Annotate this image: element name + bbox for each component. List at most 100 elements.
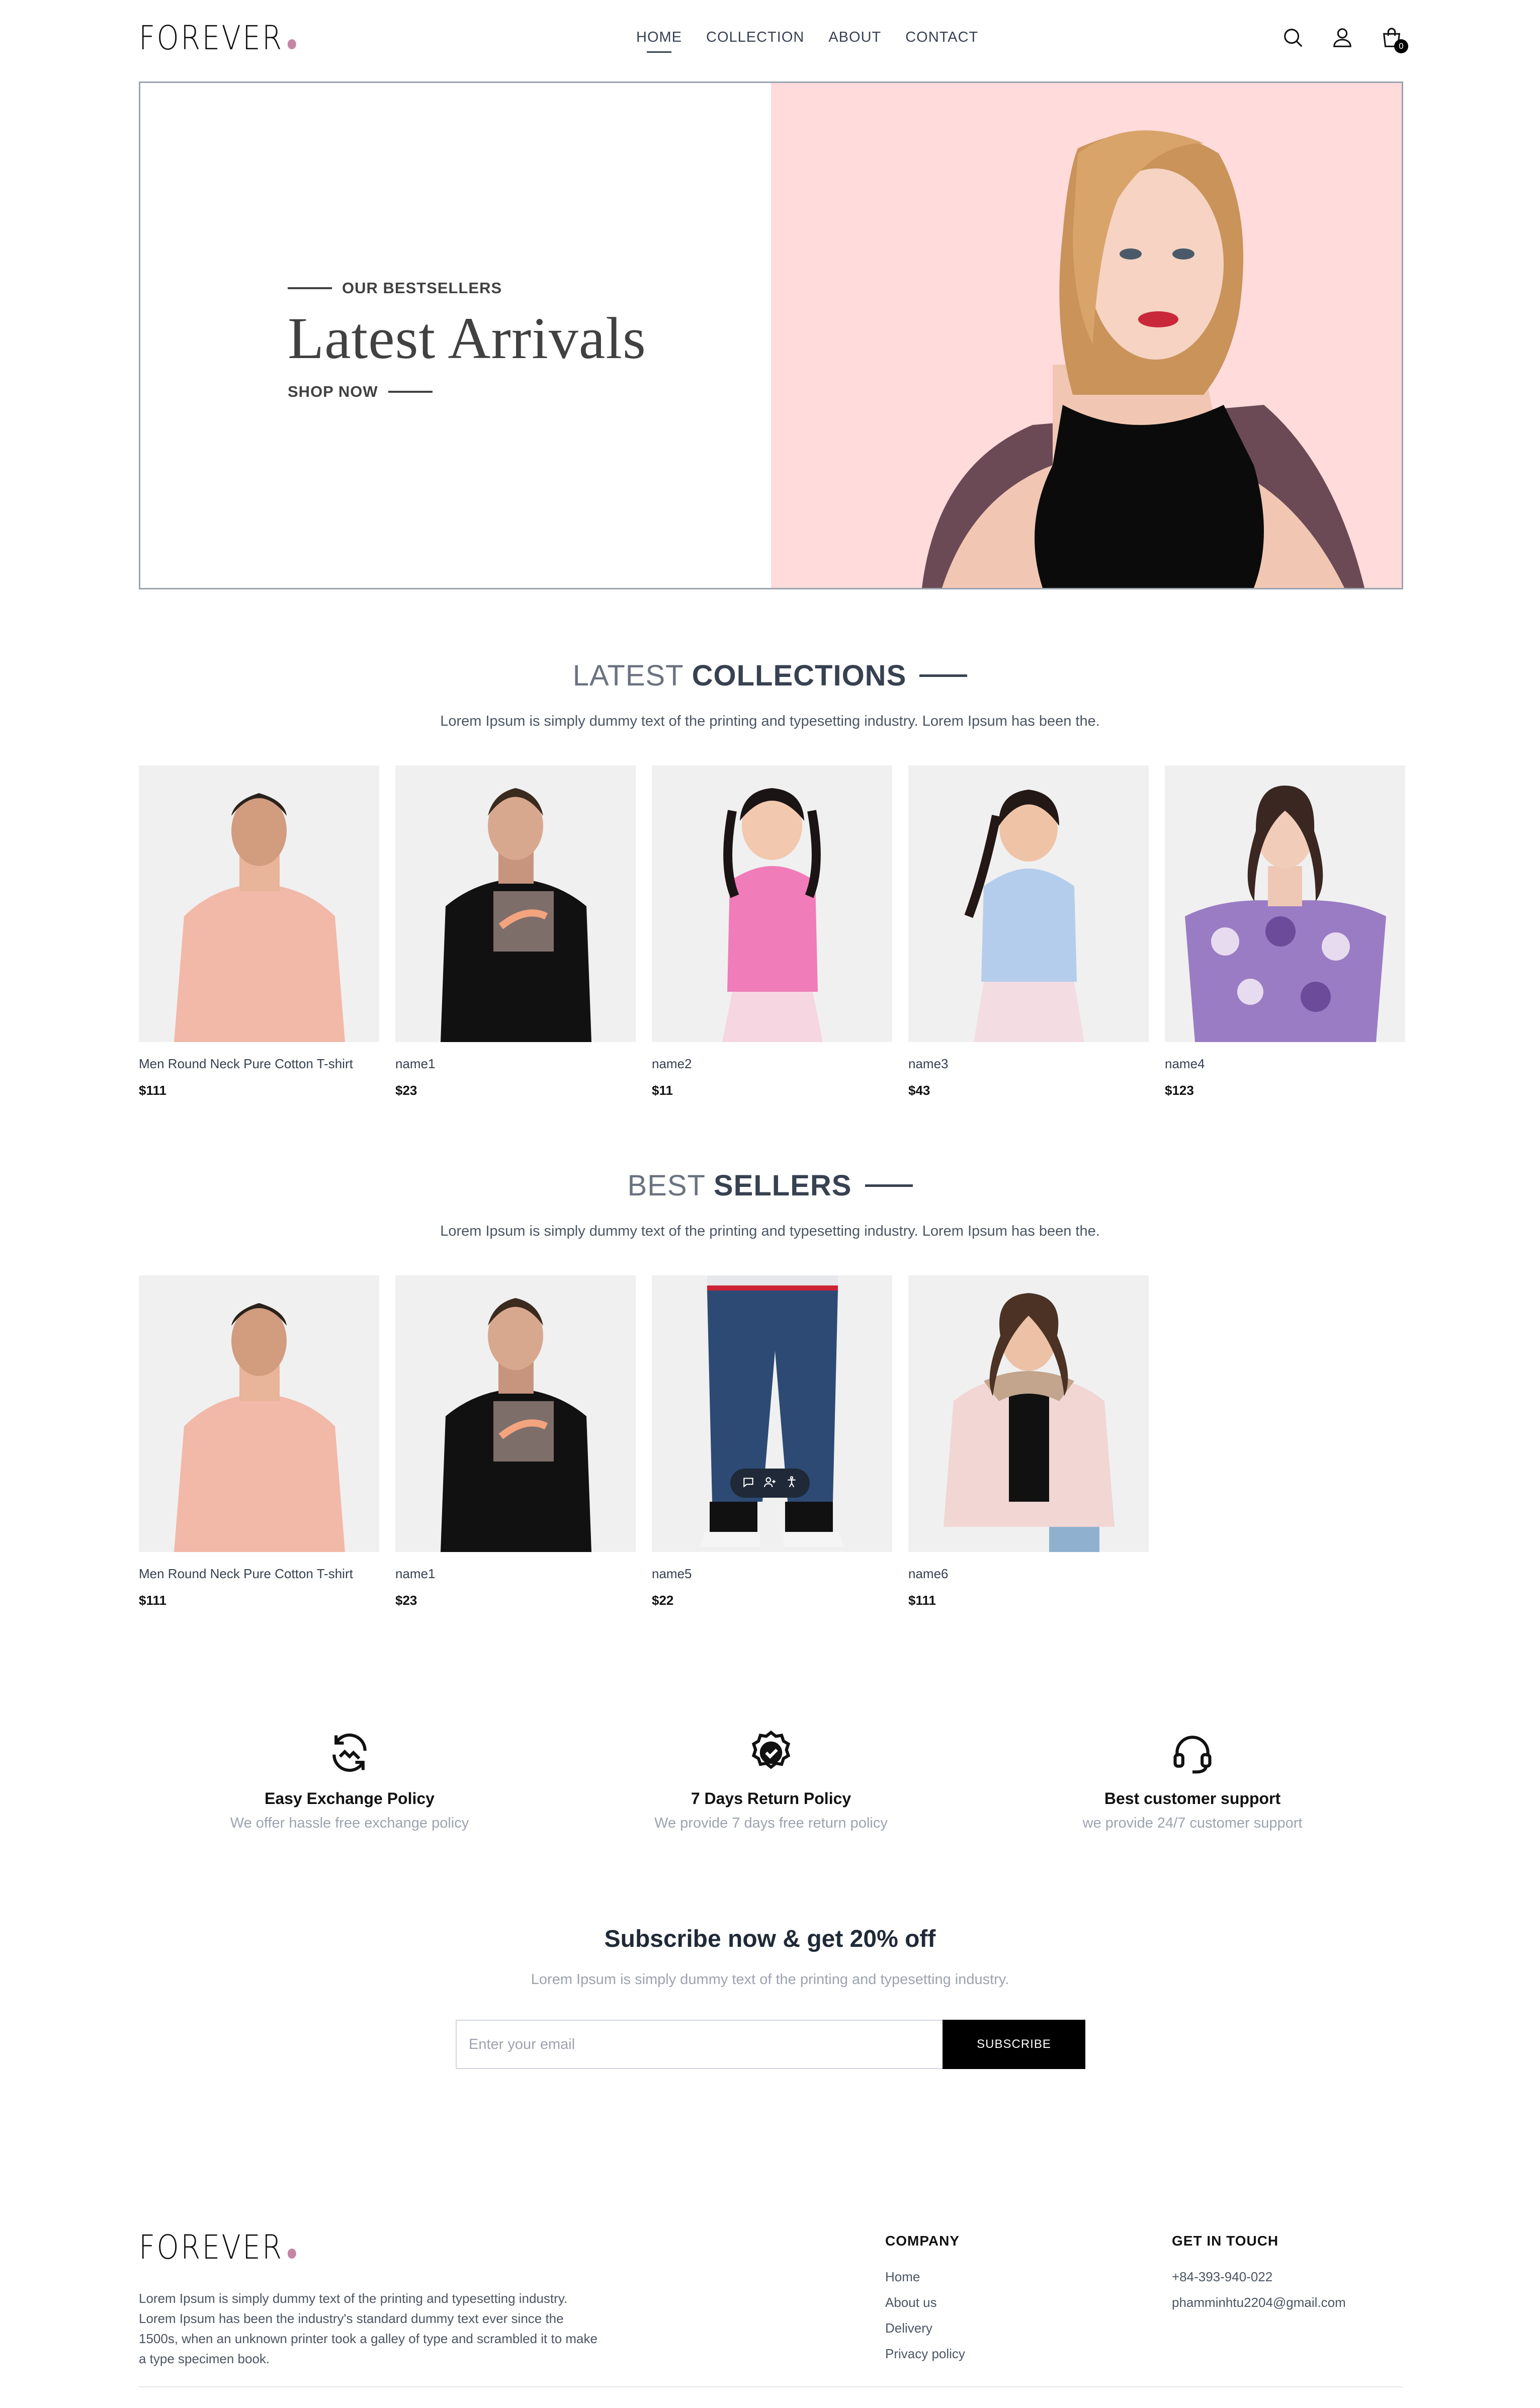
latest-title-light: LATEST	[572, 659, 684, 692]
product-card[interactable]: name6 $111	[908, 1275, 1149, 1608]
brand-logo[interactable]: FOREVER	[139, 19, 296, 57]
footer-logo[interactable]: FOREVER	[139, 2228, 296, 2267]
policy-title: Best customer support	[1104, 1789, 1281, 1808]
model-portrait-image	[771, 83, 1402, 588]
latest-subtitle: Lorem Ipsum is simply dummy text of the …	[440, 713, 1100, 729]
policies-section: Easy Exchange Policy We offer hassle fre…	[139, 1725, 1403, 1832]
latest-collections-title: LATEST COLLECTIONS	[0, 659, 1540, 693]
product-card[interactable]: name1 $23	[395, 1275, 636, 1608]
hero-text-panel: OUR BESTSELLERS Latest Arrivals SHOP NOW	[140, 83, 771, 588]
footer-link-delivery[interactable]: Delivery	[885, 2320, 965, 2336]
cart-icon[interactable]: 0	[1380, 26, 1408, 53]
product-image	[908, 1275, 1149, 1552]
chat-bubble-icon[interactable]	[742, 1476, 755, 1491]
title-bar	[865, 1184, 913, 1187]
best-sellers-title: BEST SELLERS	[0, 1169, 1540, 1202]
footer-email[interactable]: phamminhtu2204@gmail.com	[1172, 2295, 1346, 2310]
hero-title: Latest Arrivals	[288, 305, 646, 371]
shop-now-link[interactable]: SHOP NOW	[288, 383, 646, 401]
policy-title: Easy Exchange Policy	[265, 1789, 435, 1808]
best-sellers-grid: Men Round Neck Pure Cotton T-shirt $111 …	[139, 1275, 1403, 1608]
product-card[interactable]: name1 $23	[395, 765, 636, 1098]
policy-return: 7 Days Return Policy We provide 7 days f…	[615, 1725, 927, 1832]
subscribe-title: Subscribe now & get 20% off	[604, 1926, 936, 1952]
tag-line	[288, 287, 332, 289]
product-image	[139, 765, 379, 1042]
footer-divider	[139, 2386, 1403, 2387]
product-name: Men Round Neck Pure Cotton T-shirt	[139, 1056, 353, 1071]
best-title-bold: SELLERS	[714, 1169, 852, 1202]
search-icon[interactable]	[1281, 26, 1305, 49]
product-name: name2	[652, 1056, 692, 1071]
product-name: name1	[395, 1056, 436, 1071]
product-name: name1	[395, 1566, 436, 1581]
nav-icons: 0	[1281, 26, 1408, 53]
nav-about[interactable]: ABOUT	[826, 29, 883, 46]
product-image	[395, 1275, 636, 1552]
latest-title-bold: COLLECTIONS	[692, 659, 907, 692]
policy-desc: we provide 24/7 customer support	[1082, 1815, 1303, 1831]
product-image	[908, 765, 1149, 1042]
product-price: $111	[139, 1083, 166, 1098]
footer-link-about[interactable]: About us	[885, 2295, 965, 2310]
nav-contact[interactable]: CONTACT	[903, 29, 980, 46]
chat-widget[interactable]	[730, 1469, 810, 1498]
title-bar	[919, 674, 968, 677]
product-price: $23	[395, 1083, 417, 1098]
email-input[interactable]	[456, 2020, 943, 2069]
accessibility-icon[interactable]	[785, 1476, 798, 1491]
footer-about-text: Lorem Ipsum is simply dummy text of the …	[139, 2291, 597, 2366]
footer-contact-column: GET IN TOUCH +84-393-940-022 phamminhtu2…	[1172, 2233, 1346, 2320]
latest-products-grid: Men Round Neck Pure Cotton T-shirt $111 …	[139, 765, 1405, 1098]
product-price: $111	[139, 1593, 166, 1608]
product-name: name5	[652, 1566, 692, 1581]
best-title-light: BEST	[627, 1169, 706, 1202]
product-card[interactable]: name2 $11	[652, 765, 892, 1098]
nav-collection[interactable]: COLLECTION	[704, 29, 806, 46]
product-image	[139, 1275, 379, 1552]
footer-company-column: COMPANY Home About us Delivery Privacy p…	[885, 2233, 965, 2372]
product-price: $43	[908, 1083, 930, 1098]
product-card[interactable]: name3 $43	[908, 765, 1149, 1098]
hero-tag: OUR BESTSELLERS	[342, 279, 502, 297]
brand-dot	[287, 39, 296, 49]
user-icon[interactable]	[1331, 26, 1354, 49]
policy-desc: We provide 7 days free return policy	[654, 1815, 888, 1831]
product-price: $123	[1165, 1083, 1194, 1098]
product-price: $22	[652, 1593, 674, 1608]
footer: FOREVER Lorem Ipsum is simply dummy text…	[139, 2223, 1403, 2374]
nav-home[interactable]: HOME	[634, 29, 684, 53]
main-menu: HOME COLLECTION ABOUT CONTACT	[634, 29, 980, 53]
footer-link-home[interactable]: Home	[885, 2269, 965, 2285]
product-card[interactable]: Men Round Neck Pure Cotton T-shirt $111	[139, 765, 379, 1098]
product-price: $11	[652, 1083, 673, 1098]
footer-link-privacy[interactable]: Privacy policy	[885, 2346, 965, 2362]
product-price: $111	[908, 1593, 936, 1608]
product-card[interactable]: name5 $22	[652, 1275, 892, 1608]
product-card[interactable]: name4 $123	[1165, 765, 1405, 1098]
quality-badge-icon	[615, 1725, 927, 1780]
footer-phone[interactable]: +84-393-940-022	[1172, 2269, 1346, 2285]
product-price: $23	[395, 1593, 417, 1608]
product-name: name6	[908, 1566, 949, 1581]
brand-name: FOREVER	[139, 2228, 284, 2267]
product-name: name3	[908, 1056, 949, 1071]
subscribe-button[interactable]: SUBSCRIBE	[943, 2020, 1085, 2069]
footer-company-title: COMPANY	[885, 2233, 960, 2249]
product-card[interactable]: Men Round Neck Pure Cotton T-shirt $111	[139, 1275, 379, 1608]
headset-icon	[1037, 1725, 1348, 1780]
best-sellers-subtitle: Lorem Ipsum is simply dummy text of the …	[440, 1223, 1100, 1239]
cart-count-badge: 0	[1394, 39, 1408, 53]
footer-contact-title: GET IN TOUCH	[1172, 2233, 1279, 2249]
exchange-icon	[194, 1725, 505, 1780]
policy-support: Best customer support we provide 24/7 cu…	[1037, 1725, 1348, 1832]
hero-image	[771, 83, 1402, 588]
policy-desc: We offer hassle free exchange policy	[230, 1815, 469, 1831]
add-user-icon[interactable]	[763, 1476, 777, 1491]
product-image	[1165, 765, 1405, 1042]
product-image	[395, 765, 636, 1042]
subscribe-description: Lorem Ipsum is simply dummy text of the …	[531, 1971, 1009, 1988]
policy-exchange: Easy Exchange Policy We offer hassle fre…	[194, 1725, 505, 1832]
product-image	[652, 765, 892, 1042]
shop-line	[388, 391, 433, 393]
